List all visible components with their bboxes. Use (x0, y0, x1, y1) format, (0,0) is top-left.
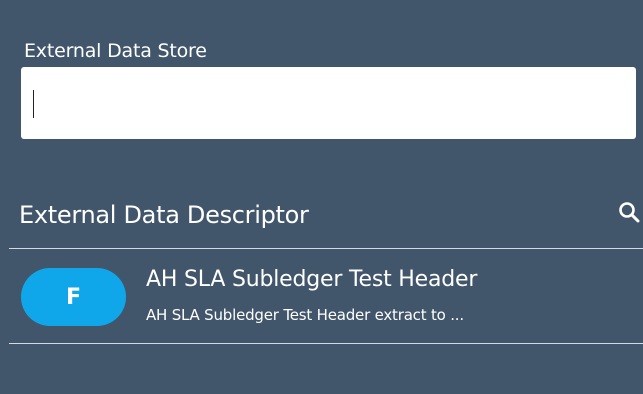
external-data-store-input[interactable] (21, 67, 636, 139)
divider (9, 248, 643, 249)
external-data-descriptor-header: External Data Descriptor (0, 188, 643, 248)
external-data-store-field[interactable] (21, 67, 636, 139)
section-title: External Data Descriptor (19, 201, 309, 229)
search-icon[interactable] (616, 198, 643, 228)
avatar-badge: F (21, 268, 126, 326)
list-item[interactable]: F AH SLA Subledger Test Header AH SLA Su… (0, 250, 643, 343)
text-caret (33, 90, 34, 118)
divider (9, 343, 643, 344)
external-data-store-label: External Data Store (24, 40, 207, 62)
item-title: AH SLA Subledger Test Header (146, 267, 478, 292)
item-subtitle: AH SLA Subledger Test Header extract to … (146, 306, 464, 324)
